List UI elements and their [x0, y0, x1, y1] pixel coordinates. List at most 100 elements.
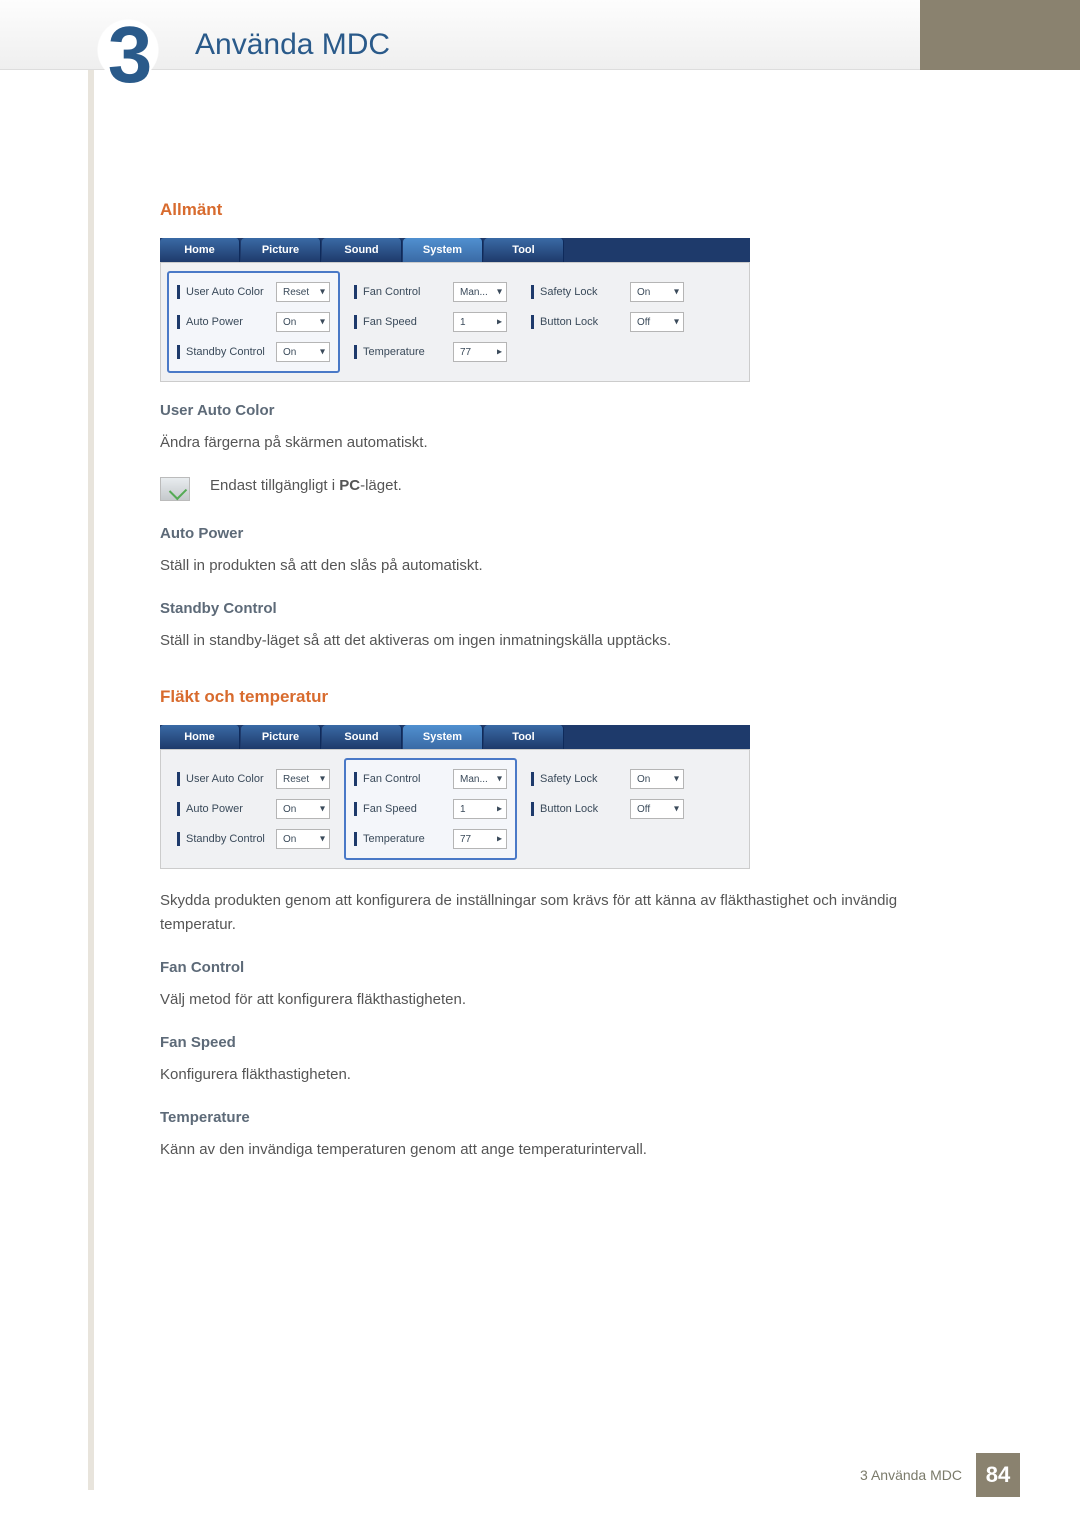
panel-body: User Auto ColorReset▾ Auto PowerOn▾ Stan…: [160, 749, 750, 869]
label: Auto Power: [186, 803, 276, 815]
panel-col-lock: Safety LockOn▾ Button LockOff▾: [521, 271, 694, 373]
tick-icon: [531, 285, 534, 299]
tab-bar: Home Picture Sound System Tool: [160, 725, 750, 749]
row-fan-control: Fan ControlMan...▾: [354, 766, 507, 792]
dropdown-safety-lock[interactable]: On▾: [630, 769, 684, 789]
dropdown-safety-lock[interactable]: On▾: [630, 282, 684, 302]
row-fan-control: Fan ControlMan...▾: [354, 279, 507, 305]
note-text: Endast tillgängligt i PC-läget.: [210, 477, 402, 494]
system-panel-screenshot-1: Home Picture Sound System Tool User Auto…: [160, 238, 750, 382]
subheading-fan-speed: Fan Speed: [160, 1034, 940, 1051]
tick-icon: [177, 315, 180, 329]
spinner-fan-speed[interactable]: 1▸: [453, 312, 507, 332]
dropdown-auto-power[interactable]: On▾: [276, 799, 330, 819]
system-panel-screenshot-2: Home Picture Sound System Tool User Auto…: [160, 725, 750, 869]
row-safety-lock: Safety LockOn▾: [531, 766, 684, 792]
label: Fan Control: [363, 773, 453, 785]
row-user-auto-color: User Auto ColorReset▾: [177, 279, 330, 305]
tab-home[interactable]: Home: [160, 238, 240, 262]
page-number: 84: [976, 1453, 1020, 1497]
tick-icon: [531, 772, 534, 786]
panel-body: User Auto ColorReset▾ Auto PowerOn▾ Stan…: [160, 262, 750, 382]
tick-icon: [531, 802, 534, 816]
dropdown-user-auto-color[interactable]: Reset▾: [276, 282, 330, 302]
content: Allmänt Home Picture Sound System Tool U…: [160, 200, 940, 1184]
panel-col-general: User Auto ColorReset▾ Auto PowerOn▾ Stan…: [167, 271, 340, 373]
caret-down-icon: ▾: [497, 774, 502, 785]
row-standby-control: Standby ControlOn▾: [177, 826, 330, 852]
row-auto-power: Auto PowerOn▾: [177, 309, 330, 335]
row-temperature: Temperature77▸: [354, 339, 507, 365]
tick-icon: [177, 802, 180, 816]
tab-system[interactable]: System: [403, 238, 483, 262]
row-button-lock: Button LockOff▾: [531, 309, 684, 335]
label: Fan Speed: [363, 316, 453, 328]
subheading-fan-control: Fan Control: [160, 959, 940, 976]
chapter-number: 3: [95, 0, 165, 110]
row-user-auto-color: User Auto ColorReset▾: [177, 766, 330, 792]
text-fan-control: Välj metod för att konfigurera fläkthast…: [160, 988, 940, 1012]
tick-icon: [354, 802, 357, 816]
tick-icon: [177, 345, 180, 359]
dropdown-standby-control[interactable]: On▾: [276, 829, 330, 849]
label: Button Lock: [540, 316, 630, 328]
subheading-user-auto-color: User Auto Color: [160, 402, 940, 419]
spinner-fan-speed[interactable]: 1▸: [453, 799, 507, 819]
panel-col-fan: Fan ControlMan...▾ Fan Speed1▸ Temperatu…: [344, 758, 517, 860]
chevron-right-icon: ▸: [497, 804, 502, 815]
tick-icon: [177, 285, 180, 299]
row-standby-control: Standby ControlOn▾: [177, 339, 330, 365]
spinner-temperature[interactable]: 77▸: [453, 342, 507, 362]
label: Standby Control: [186, 833, 276, 845]
chapter-title: Använda MDC: [195, 28, 390, 62]
panel-col-general: User Auto ColorReset▾ Auto PowerOn▾ Stan…: [167, 758, 340, 860]
dropdown-user-auto-color[interactable]: Reset▾: [276, 769, 330, 789]
spinner-temperature[interactable]: 77▸: [453, 829, 507, 849]
label: User Auto Color: [186, 773, 276, 785]
section-heading-allmant: Allmänt: [160, 200, 940, 220]
label: Fan Speed: [363, 803, 453, 815]
text-auto-power: Ställ in produkten så att den slås på au…: [160, 554, 940, 578]
tab-sound[interactable]: Sound: [322, 238, 402, 262]
label: Temperature: [363, 833, 453, 845]
tab-bar: Home Picture Sound System Tool: [160, 238, 750, 262]
tab-tool[interactable]: Tool: [484, 725, 564, 749]
panel-col-lock: Safety LockOn▾ Button LockOff▾: [521, 758, 694, 860]
chevron-right-icon: ▸: [497, 834, 502, 845]
label: Temperature: [363, 346, 453, 358]
tab-home[interactable]: Home: [160, 725, 240, 749]
label: Fan Control: [363, 286, 453, 298]
caret-down-icon: ▾: [320, 774, 325, 785]
tab-tool[interactable]: Tool: [484, 238, 564, 262]
dropdown-fan-control[interactable]: Man...▾: [453, 769, 507, 789]
row-fan-speed: Fan Speed1▸: [354, 796, 507, 822]
tick-icon: [354, 832, 357, 846]
caret-down-icon: ▾: [320, 317, 325, 328]
text-flakt-intro: Skydda produkten genom att konfigurera d…: [160, 889, 940, 937]
note-icon: [160, 477, 190, 501]
footer: 3 Använda MDC 84: [860, 1453, 1020, 1497]
caret-down-icon: ▾: [320, 834, 325, 845]
row-button-lock: Button LockOff▾: [531, 796, 684, 822]
dropdown-standby-control[interactable]: On▾: [276, 342, 330, 362]
chevron-right-icon: ▸: [497, 347, 502, 358]
tab-picture[interactable]: Picture: [241, 725, 321, 749]
tab-picture[interactable]: Picture: [241, 238, 321, 262]
left-rule: [88, 70, 94, 1490]
caret-down-icon: ▾: [674, 287, 679, 298]
tick-icon: [354, 772, 357, 786]
text-temperature: Känn av den invändiga temperaturen genom…: [160, 1138, 940, 1162]
tab-system[interactable]: System: [403, 725, 483, 749]
header-accent: [920, 0, 1080, 70]
tab-sound[interactable]: Sound: [322, 725, 402, 749]
dropdown-button-lock[interactable]: Off▾: [630, 312, 684, 332]
label: Safety Lock: [540, 286, 630, 298]
subheading-auto-power: Auto Power: [160, 525, 940, 542]
text-standby-control: Ställ in standby-läget så att det aktive…: [160, 629, 940, 653]
chevron-right-icon: ▸: [497, 317, 502, 328]
label: Standby Control: [186, 346, 276, 358]
dropdown-fan-control[interactable]: Man...▾: [453, 282, 507, 302]
label: Safety Lock: [540, 773, 630, 785]
dropdown-button-lock[interactable]: Off▾: [630, 799, 684, 819]
dropdown-auto-power[interactable]: On▾: [276, 312, 330, 332]
